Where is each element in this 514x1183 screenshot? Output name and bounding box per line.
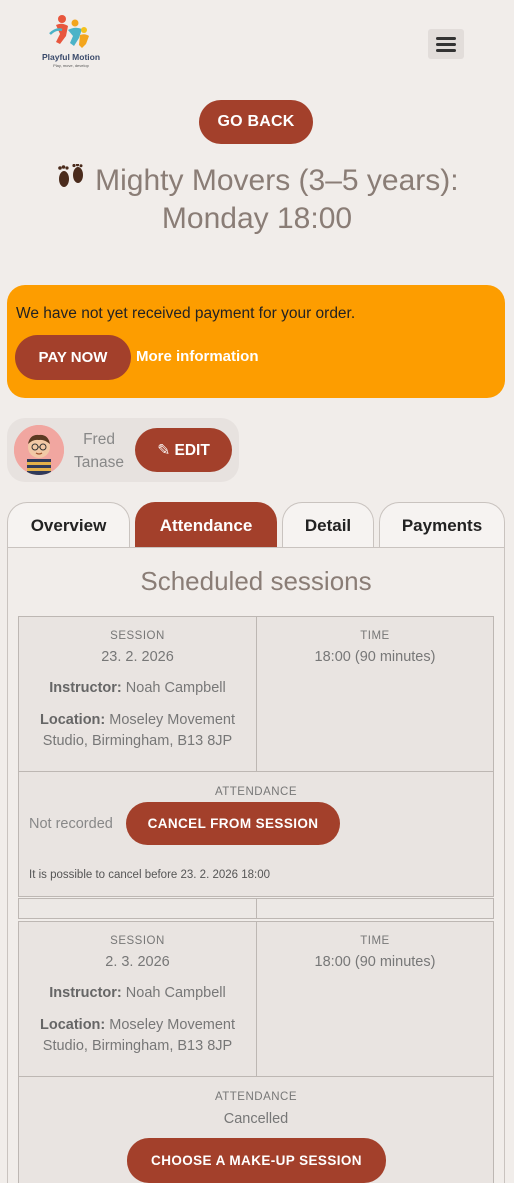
time-cell: TIME 18:00 (90 minutes) [256, 616, 494, 772]
payment-alert: We have not yet received payment for you… [7, 285, 505, 398]
child-name: Fred Tanase [69, 428, 129, 474]
attendance-caption: ATTENDANCE [214, 1091, 298, 1103]
logo-tagline: Play, move, develop [53, 63, 89, 68]
session-date: 23. 2. 2026 [101, 649, 174, 665]
playful-motion-logo[interactable]: Playful Motion Play, move, develop [38, 14, 104, 70]
footprints-icon [55, 163, 95, 196]
cancel-from-session-button[interactable]: CANCEL FROM SESSION [126, 802, 340, 845]
attendance-cell: ATTENDANCE Cancelled CHOOSE A MAKE-UP SE… [18, 1076, 494, 1183]
choose-make-up-session-button[interactable]: CHOOSE A MAKE-UP SESSION [127, 1138, 386, 1183]
attendance-status: Not recorded [29, 816, 113, 832]
page-title-line1: Mighty Movers (3–5 years): [95, 164, 459, 197]
payment-alert-message: We have not yet received payment for you… [16, 305, 356, 322]
attendance-cell: ATTENDANCE Not recorded CANCEL FROM SESS… [18, 771, 494, 897]
location-label: Location: [40, 1017, 106, 1033]
child-last-name: Tanase [74, 454, 124, 471]
session-caption: SESSION [110, 630, 165, 642]
session-cell: SESSION 2. 3. 2026 Instructor: Noah Camp… [18, 921, 257, 1077]
pay-now-button[interactable]: PAY NOW [15, 335, 131, 380]
site-header: Playful Motion Play, move, develop [0, 0, 514, 88]
instructor-value: Noah Campbell [125, 680, 226, 696]
attendance-caption: ATTENDANCE [214, 786, 298, 798]
logo-name: Playful Motion [41, 52, 101, 62]
go-back-button[interactable]: GO BACK [199, 100, 313, 144]
session-time: 18:00 (90 minutes) [314, 954, 436, 970]
session-time: 18:00 (90 minutes) [314, 649, 436, 665]
tab-attendance[interactable]: Attendance [135, 502, 277, 548]
spacer-cell [256, 898, 494, 919]
instructor-value: Noah Campbell [125, 985, 226, 1001]
page-title-line2: Monday 18:00 [161, 202, 353, 235]
hamburger-menu-icon[interactable] [428, 29, 464, 59]
page-title: Mighty Movers (3–5 years): Monday 18:00 [20, 162, 494, 238]
instructor-label: Instructor: [49, 985, 122, 1001]
tab-payments[interactable]: Payments [379, 502, 505, 548]
instructor-label: Instructor: [49, 680, 122, 696]
session-cell: SESSION 23. 2. 2026 Instructor: Noah Cam… [18, 616, 257, 772]
session-instructor: Instructor: Noah Campbell [31, 678, 244, 699]
logo-figures-icon [49, 15, 89, 48]
time-caption: TIME [360, 630, 390, 642]
spacer-cell [18, 898, 257, 919]
time-cell: TIME 18:00 (90 minutes) [256, 921, 494, 1077]
cancel-deadline-note: It is possible to cancel before 23. 2. 2… [29, 869, 271, 881]
edit-child-button[interactable]: ✎ EDIT [135, 428, 232, 472]
section-title: Scheduled sessions [140, 566, 372, 596]
more-information-link[interactable]: More information [136, 348, 259, 365]
location-label: Location: [40, 712, 106, 728]
attendance-status: Cancelled [223, 1111, 289, 1127]
child-card: Fred Tanase ✎ EDIT [7, 418, 239, 482]
tab-overview[interactable]: Overview [7, 502, 130, 548]
session-location: Location: Moseley Movement Studio, Birmi… [31, 1015, 244, 1057]
session-date: 2. 3. 2026 [105, 954, 170, 970]
child-first-name: Fred [83, 431, 115, 448]
time-caption: TIME [360, 935, 390, 947]
session-location: Location: Moseley Movement Studio, Birmi… [31, 710, 244, 752]
tab-detail[interactable]: Detail [282, 502, 374, 548]
session-instructor: Instructor: Noah Campbell [31, 983, 244, 1004]
session-caption: SESSION [110, 935, 165, 947]
child-avatar-icon [14, 425, 64, 475]
